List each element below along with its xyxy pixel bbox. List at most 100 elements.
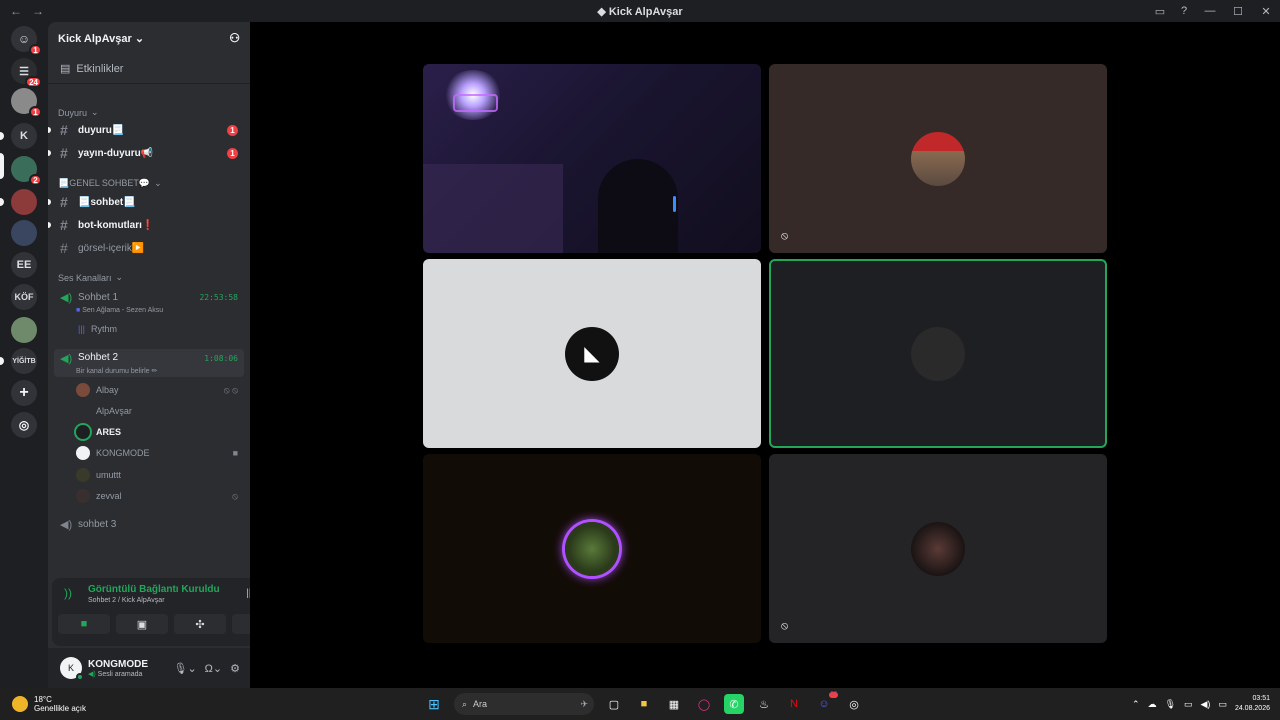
voice-channel-sohbet-3[interactable]: ◀) sohbet 3 bbox=[54, 515, 244, 533]
help-icon[interactable]: ? bbox=[1172, 5, 1196, 17]
server-icon[interactable]: ☰ 24 bbox=[11, 58, 42, 88]
guild-header[interactable]: Kick AlpAvşar ⌄ ⚇ bbox=[48, 22, 250, 54]
avatar bbox=[76, 468, 90, 482]
discover-icon[interactable]: ◎ bbox=[11, 412, 37, 438]
start-windows-icon[interactable]: ⊞ bbox=[424, 694, 444, 714]
voice-channel-sohbet-1[interactable]: ◀) Sohbet 1 22:53:58 bbox=[54, 288, 244, 306]
voice-member-rythm[interactable]: ||| Rythm bbox=[78, 320, 244, 338]
headphones-icon[interactable]: Ω⌄ bbox=[205, 662, 222, 675]
voice-member[interactable]: KONGMODE ■ bbox=[76, 444, 242, 462]
channel-bot-komutlari[interactable]: # bot-komutları❗ bbox=[54, 215, 244, 235]
member-name: KONGMODE bbox=[96, 448, 150, 458]
connection-channel[interactable]: Sohbet 2 / Kick AlpAvşar bbox=[88, 597, 165, 604]
server-list: ☺ 1 ☰ 24 1 K 2 EE KÖF YİĞİTB + ◎ bbox=[0, 22, 48, 688]
video-tile-camera[interactable] bbox=[423, 64, 761, 253]
search-box[interactable]: ⌕ Ara ✈ bbox=[454, 693, 594, 715]
channel-status: ■ Sen Ağlama - Sezen Aksu bbox=[76, 307, 164, 314]
minimize-button[interactable]: — bbox=[1196, 5, 1224, 17]
member-name: Albay bbox=[96, 385, 119, 395]
server-icon[interactable] bbox=[11, 189, 37, 215]
inbox-icon[interactable]: ▭ bbox=[1148, 5, 1172, 18]
server-icon[interactable]: K bbox=[11, 123, 37, 149]
server-icon[interactable] bbox=[11, 317, 37, 343]
events-item[interactable]: ▤ Etkinlikler bbox=[48, 54, 250, 84]
channel-timer: 22:53:58 bbox=[199, 292, 238, 302]
server-icon[interactable]: KÖF bbox=[11, 284, 37, 310]
app-icon[interactable]: ◎ bbox=[844, 694, 864, 714]
file-explorer-icon[interactable]: ■ bbox=[634, 694, 654, 714]
direct-messages-button[interactable]: ☺ 1 bbox=[11, 26, 42, 56]
member-name: umuttt bbox=[96, 470, 122, 480]
user-status: ◀) Sesli aramada bbox=[88, 670, 143, 678]
network-icon[interactable]: ▭ bbox=[1184, 699, 1193, 710]
voice-member[interactable]: ARES bbox=[76, 423, 242, 441]
channel-sohbet[interactable]: # 📃sohbet📃 bbox=[54, 192, 244, 212]
hash-icon: # bbox=[60, 194, 68, 210]
avatar bbox=[76, 383, 90, 397]
camera-button[interactable]: ■ bbox=[58, 614, 110, 634]
channel-label: 📃sohbet📃 bbox=[78, 196, 136, 208]
music-icon: ■ bbox=[76, 307, 81, 314]
category-label: Duyuru bbox=[58, 107, 88, 118]
voice-channel-label: Sohbet 2 bbox=[78, 352, 119, 363]
video-icon: ■ bbox=[232, 448, 238, 458]
voice-member[interactable]: zevval ⦸ bbox=[76, 487, 242, 505]
hash-icon: # bbox=[60, 217, 68, 233]
activities-button[interactable]: ✣ bbox=[174, 614, 226, 634]
whatsapp-icon[interactable]: ✆ bbox=[724, 694, 744, 714]
category-duyuru[interactable]: Duyuru ⌄ bbox=[58, 107, 99, 118]
headset-light bbox=[673, 196, 676, 212]
category-label: Ses Kanalları bbox=[58, 272, 112, 283]
video-tile-avatar[interactable]: ⦸ bbox=[769, 64, 1107, 253]
calendar-icon: ▤ bbox=[60, 63, 71, 75]
video-tile-avatar[interactable] bbox=[423, 454, 761, 643]
connection-status[interactable]: Görüntülü Bağlantı Kuruldu bbox=[88, 584, 220, 595]
volume-icon[interactable]: ◀) bbox=[1201, 699, 1211, 710]
channel-duyuru[interactable]: # duyuru📃 1 bbox=[54, 120, 244, 140]
screen-share-button[interactable]: ▣ bbox=[116, 614, 168, 634]
microphone-icon[interactable]: 🎙︎ bbox=[1165, 699, 1176, 710]
video-tile-avatar[interactable]: ⦸ bbox=[769, 454, 1107, 643]
steam-icon[interactable]: ♨ bbox=[754, 694, 774, 714]
settings-gear-icon[interactable]: ⚙ bbox=[230, 662, 240, 675]
video-tile-avatar[interactable]: ◣ bbox=[423, 259, 761, 448]
close-button[interactable]: ✕ bbox=[1252, 5, 1280, 18]
task-view-icon[interactable]: ▢ bbox=[604, 694, 624, 714]
voice-channel-label: Sohbet 1 bbox=[78, 291, 119, 303]
user-panel: K KONGMODE ◀) Sesli aramada 🎙︎⌄ Ω⌄ ⚙ bbox=[48, 648, 250, 688]
user-avatar[interactable]: K bbox=[60, 657, 84, 681]
opera-icon[interactable]: ◯ bbox=[694, 694, 714, 714]
channel-gorsel-icerik[interactable]: # görsel-içerik▶️ bbox=[54, 238, 244, 258]
server-icon[interactable]: EE bbox=[11, 252, 37, 278]
channel-yayin-duyuru[interactable]: # yayın-duyuru📢 1 bbox=[54, 143, 244, 163]
video-tile-speaking[interactable] bbox=[769, 259, 1107, 448]
voice-member[interactable]: Albay ⦸ ⦸ bbox=[76, 381, 242, 399]
battery-icon[interactable]: ▭ bbox=[1218, 699, 1227, 710]
avatar bbox=[76, 489, 90, 503]
posters-wall bbox=[423, 164, 563, 253]
category-genel-sohbet[interactable]: 📃GENEL SOHBET💬 ⌄ bbox=[58, 178, 162, 189]
voice-member[interactable]: umuttt bbox=[76, 466, 242, 484]
server-icon[interactable]: YİĞİTB bbox=[11, 348, 37, 374]
clock[interactable]: 03:51 24.08.2026 bbox=[1235, 694, 1270, 714]
speaker-icon: ◀) bbox=[60, 291, 73, 304]
search-icon: ⌕ bbox=[462, 698, 468, 709]
maximize-button[interactable]: ☐ bbox=[1224, 5, 1252, 18]
category-ses-kanallari[interactable]: Ses Kanalları ⌄ bbox=[58, 272, 123, 283]
store-icon[interactable]: ▦ bbox=[664, 694, 684, 714]
server-icon[interactable]: 1 bbox=[11, 88, 42, 118]
voice-member[interactable]: AlpAvşar bbox=[76, 402, 242, 420]
microphone-icon[interactable]: 🎙︎⌄ bbox=[173, 662, 196, 675]
discord-taskbar-icon[interactable]: ☺ 57 bbox=[814, 692, 838, 714]
member-name: zevval bbox=[96, 491, 122, 501]
invite-icon[interactable]: ⚇ bbox=[229, 31, 240, 45]
server-icon[interactable] bbox=[11, 220, 37, 246]
forward-icon[interactable]: → bbox=[32, 4, 44, 18]
chevron-up-icon[interactable]: ⌃ bbox=[1132, 699, 1140, 710]
server-icon-selected[interactable]: 2 bbox=[11, 156, 42, 186]
cloud-icon[interactable]: ☁ bbox=[1148, 699, 1157, 710]
back-icon[interactable]: ← bbox=[10, 4, 22, 18]
netflix-icon[interactable]: N bbox=[784, 694, 804, 714]
add-server-icon[interactable]: + bbox=[11, 380, 37, 406]
weather-widget[interactable]: 18°C Genellikle açık bbox=[12, 695, 86, 713]
